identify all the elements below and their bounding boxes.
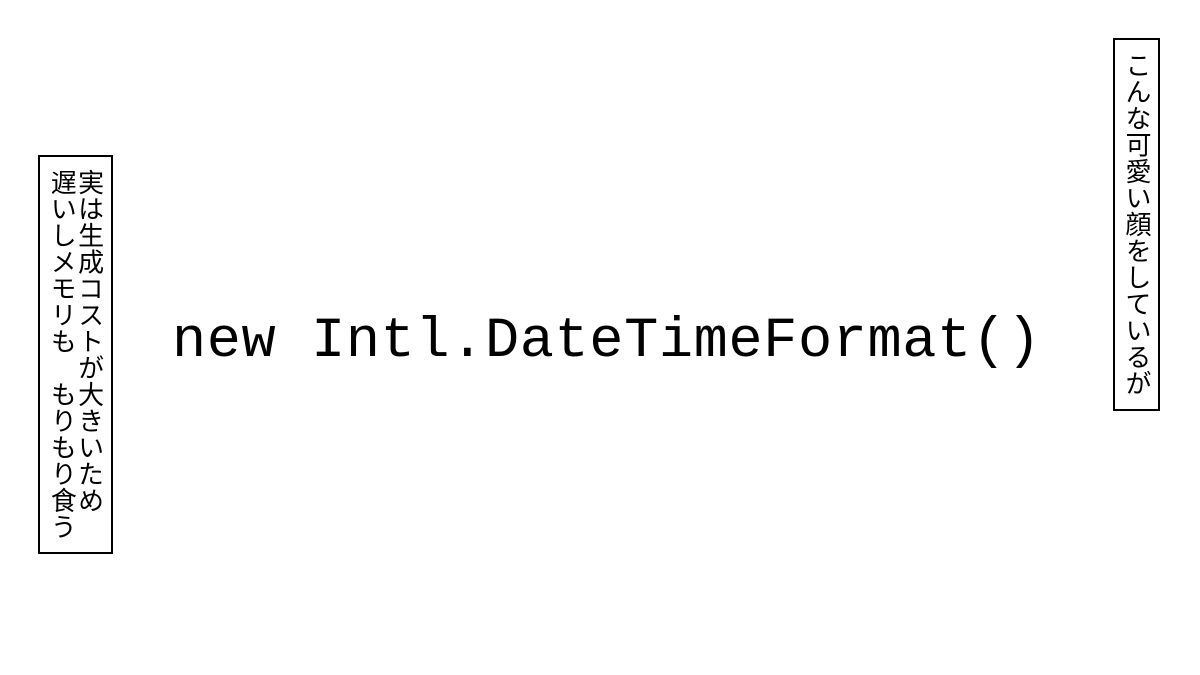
left-caption-box: 実は生成コストが大きいため 遅いしメモリも もりもり食う <box>38 155 113 554</box>
left-caption-line1: 実は生成コストが大きいため <box>75 169 102 540</box>
center-code-text: new Intl.DateTimeFormat() <box>172 310 1041 374</box>
center-code-snippet: new Intl.DateTimeFormat() <box>172 310 1041 374</box>
right-caption-box: こんな可愛い顔をしているが <box>1113 38 1160 411</box>
left-caption-line2: 遅いしメモリも もりもり食う <box>48 169 75 540</box>
right-caption-text: こんな可愛い顔をしているが <box>1122 52 1151 397</box>
